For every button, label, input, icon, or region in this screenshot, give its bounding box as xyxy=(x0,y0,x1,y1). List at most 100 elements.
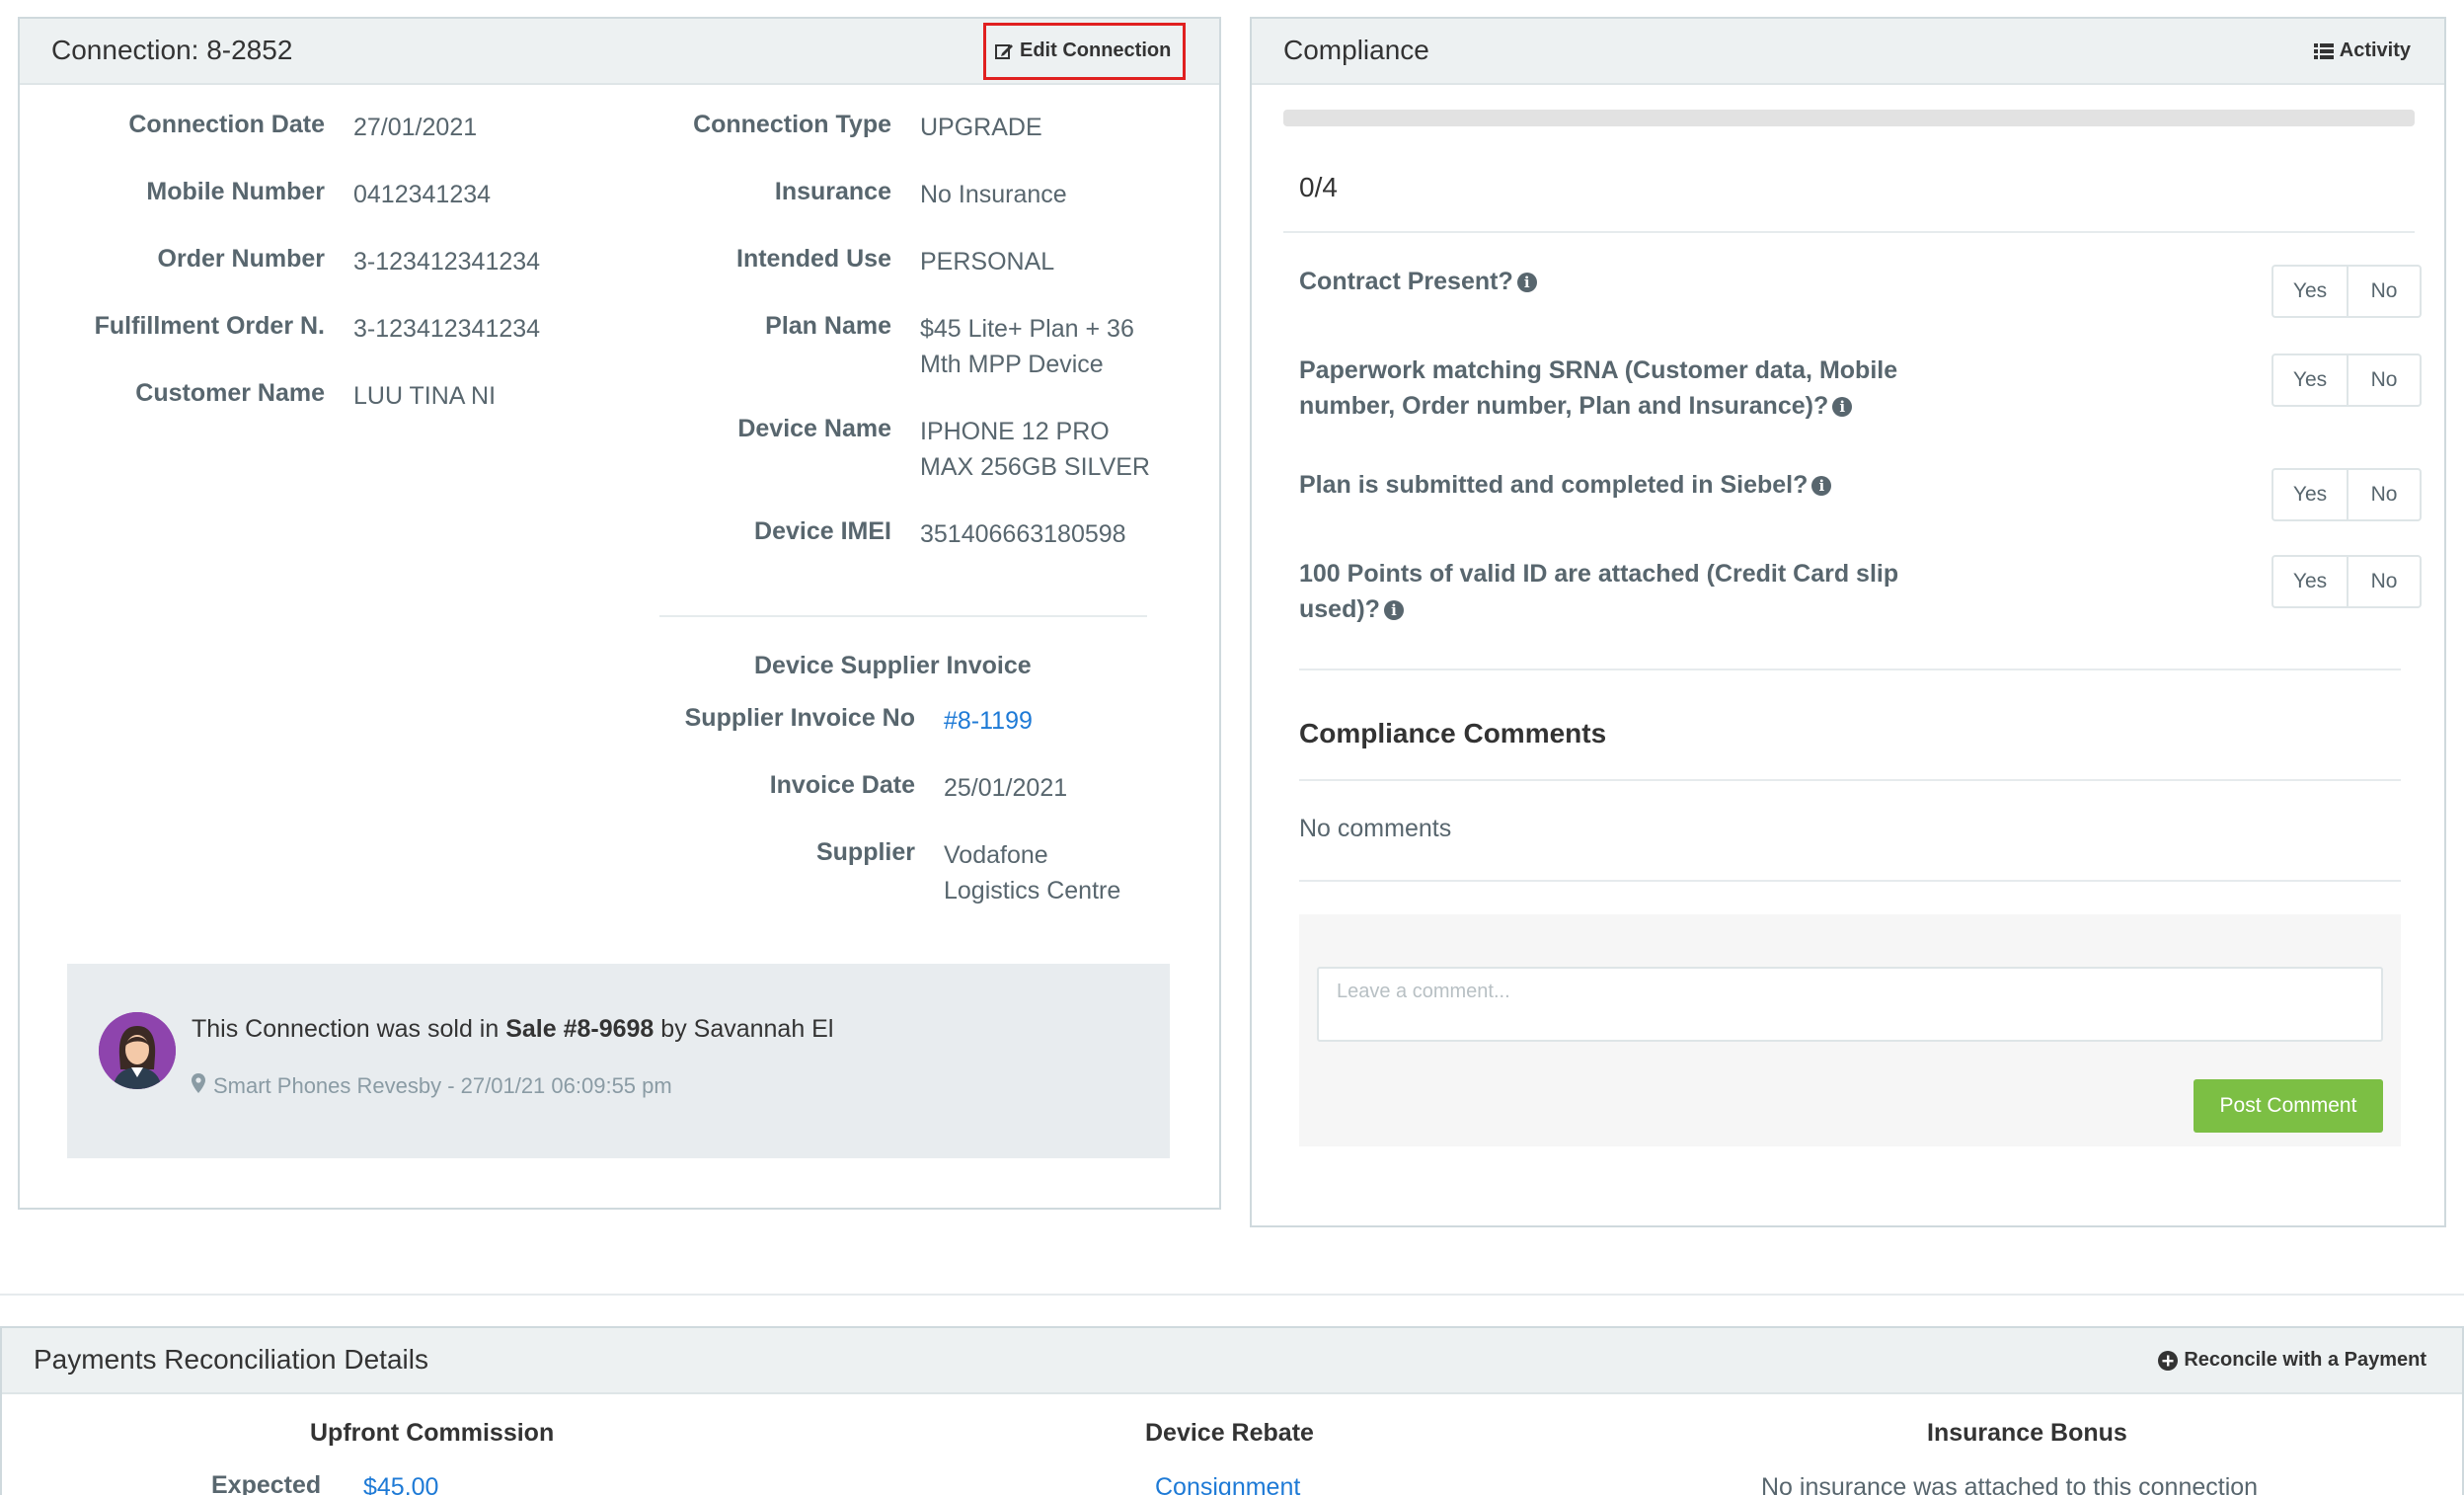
insurance-bonus-value: No insurance was attached to this connec… xyxy=(1761,1473,2259,1495)
intended-use-value: PERSONAL xyxy=(920,248,1055,275)
info-icon: i xyxy=(1811,476,1832,497)
expected-value[interactable]: $45.00 xyxy=(363,1469,438,1495)
question-paperwork-matching: Paperwork matching SRNA (Customer data, … xyxy=(1299,353,1897,424)
question-plan-submitted: Plan is submitted and completed in Siebe… xyxy=(1299,467,1832,503)
sale-location-text: Smart Phones Revesby - 27/01/21 06:09:55… xyxy=(213,1073,672,1098)
question-1-text: Contract Present? xyxy=(1299,268,1513,295)
question-4-line2: used)? xyxy=(1299,595,1380,623)
questions-divider xyxy=(1299,669,2401,670)
comments-divider xyxy=(1299,880,2401,882)
plan-name-value-line1: $45 Lite+ Plan + 36 xyxy=(920,315,1134,343)
insurance-value: No Insurance xyxy=(920,181,1067,208)
device-name-label: Device Name xyxy=(737,415,891,442)
payments-panel-header: Payments Reconciliation Details Reconcil… xyxy=(2,1328,2462,1394)
question-2-yes-button[interactable]: Yes xyxy=(2273,355,2347,405)
supplier-label: Supplier xyxy=(815,838,915,866)
question-3-no-button[interactable]: No xyxy=(2347,470,2420,519)
no-comments-text: No comments xyxy=(1299,815,1452,842)
edit-connection-label: Edit Connection xyxy=(1020,39,1172,61)
sale-link[interactable]: Sale #8-9698 xyxy=(505,1015,654,1043)
order-number-value: 3-123412341234 xyxy=(353,248,541,275)
compliance-comments-heading: Compliance Comments xyxy=(1299,718,1607,748)
info-icon: i xyxy=(1832,397,1853,418)
sale-info-suffix: by Savannah El xyxy=(654,1015,834,1043)
question-4-no-button[interactable]: No xyxy=(2347,557,2420,606)
question-2-toggle: Yes No xyxy=(2272,354,2422,407)
device-rebate-heading: Device Rebate xyxy=(1145,1419,1314,1447)
plan-name-value-line2: Mth MPP Device xyxy=(920,351,1104,378)
question-4-yes-button[interactable]: Yes xyxy=(2273,557,2347,606)
device-imei-label: Device IMEI xyxy=(754,517,891,545)
question-4-line1: 100 Points of valid ID are attached (Cre… xyxy=(1299,560,1899,588)
progress-divider xyxy=(1283,231,2415,233)
activity-button[interactable]: Activity xyxy=(2313,39,2411,62)
map-marker-icon xyxy=(192,1073,205,1099)
supplier-invoice-link[interactable]: #8-1199 xyxy=(944,703,1033,739)
device-imei-value: 351406663180598 xyxy=(920,520,1126,548)
compliance-panel-header: Compliance Activity xyxy=(1252,19,2444,85)
question-1-yes-button[interactable]: Yes xyxy=(2273,267,2347,316)
fulfillment-order-value: 3-123412341234 xyxy=(353,315,541,343)
reconcile-payment-button[interactable]: Reconcile with a Payment xyxy=(2158,1349,2426,1372)
device-rebate-value[interactable]: Consignment xyxy=(1155,1469,1300,1495)
customer-name-value: LUU TINA NI xyxy=(353,382,497,410)
compliance-panel: Compliance Activity 0/4 Contract Present… xyxy=(1250,17,2446,1227)
supplier-value-line1: Vodafone xyxy=(944,841,1048,869)
question-3-yes-button[interactable]: Yes xyxy=(2273,470,2347,519)
plus-circle-icon xyxy=(2158,1350,2179,1371)
question-3-toggle: Yes No xyxy=(2272,468,2422,521)
mobile-number-label: Mobile Number xyxy=(146,178,325,205)
insurance-label: Insurance xyxy=(774,178,891,205)
question-2-line2: number, Order number, Plan and Insurance… xyxy=(1299,392,1829,420)
question-3-text: Plan is submitted and completed in Siebe… xyxy=(1299,471,1809,499)
compliance-progress-bar xyxy=(1283,110,2415,126)
comments-heading-divider xyxy=(1299,779,2401,781)
mobile-number-value: 0412341234 xyxy=(353,181,492,208)
post-comment-button[interactable]: Post Comment xyxy=(2194,1079,2383,1133)
compliance-title: Compliance xyxy=(1283,35,1429,65)
connection-title: Connection: 8-2852 xyxy=(51,35,293,65)
question-2-line1: Paperwork matching SRNA (Customer data, … xyxy=(1299,356,1898,384)
order-number-label: Order Number xyxy=(157,245,325,273)
question-valid-id: 100 Points of valid ID are attached (Cre… xyxy=(1299,556,1898,627)
edit-icon xyxy=(994,41,1014,61)
upfront-commission-heading: Upfront Commission xyxy=(310,1419,555,1447)
activity-label: Activity xyxy=(2339,39,2411,61)
connection-panel-header: Connection: 8-2852 Edit Connection xyxy=(20,19,1219,85)
insurance-bonus-heading: Insurance Bonus xyxy=(1927,1419,2127,1447)
sale-info-text: This Connection was sold in Sale #8-9698… xyxy=(192,1015,833,1044)
connection-type-value: UPGRADE xyxy=(920,114,1042,141)
compliance-progress-text: 0/4 xyxy=(1299,172,1338,202)
comment-form: Post Comment xyxy=(1299,914,2401,1146)
intended-use-label: Intended Use xyxy=(736,245,891,273)
payments-panel: Payments Reconciliation Details Reconcil… xyxy=(0,1326,2464,1495)
page-divider xyxy=(0,1294,2464,1296)
edit-connection-button[interactable]: Edit Connection xyxy=(994,39,1171,62)
invoice-date-label: Invoice Date xyxy=(769,771,915,799)
sale-info-box: This Connection was sold in Sale #8-9698… xyxy=(67,964,1170,1158)
question-2-no-button[interactable]: No xyxy=(2347,355,2420,405)
reconcile-label: Reconcile with a Payment xyxy=(2184,1349,2426,1371)
connection-date-label: Connection Date xyxy=(128,111,325,138)
supplier-divider xyxy=(659,615,1147,617)
connection-type-label: Connection Type xyxy=(693,111,891,138)
device-name-value-line2: MAX 256GB SILVER xyxy=(920,453,1150,481)
question-1-no-button[interactable]: No xyxy=(2347,267,2420,316)
question-contract-present: Contract Present? i xyxy=(1299,264,1537,299)
sale-location: Smart Phones Revesby - 27/01/21 06:09:55… xyxy=(192,1073,672,1099)
invoice-date-value: 25/01/2021 xyxy=(944,774,1068,802)
question-1-toggle: Yes No xyxy=(2272,265,2422,318)
device-name-value-line1: IPHONE 12 PRO xyxy=(920,418,1110,445)
avatar xyxy=(99,1012,176,1089)
supplier-invoice-heading: Device Supplier Invoice xyxy=(754,652,1032,679)
connection-panel: Connection: 8-2852 Edit Connection Conne… xyxy=(18,17,1221,1210)
expected-label: Expected xyxy=(211,1471,322,1495)
connection-date-value: 27/01/2021 xyxy=(353,114,478,141)
supplier-value-line2: Logistics Centre xyxy=(944,877,1121,905)
supplier-invoice-no-label: Supplier Invoice No xyxy=(684,704,915,732)
info-icon: i xyxy=(1383,600,1404,621)
question-4-toggle: Yes No xyxy=(2272,555,2422,608)
comment-input[interactable] xyxy=(1317,967,2383,1042)
list-icon xyxy=(2313,42,2334,60)
sale-info-prefix: This Connection was sold in xyxy=(192,1015,506,1043)
